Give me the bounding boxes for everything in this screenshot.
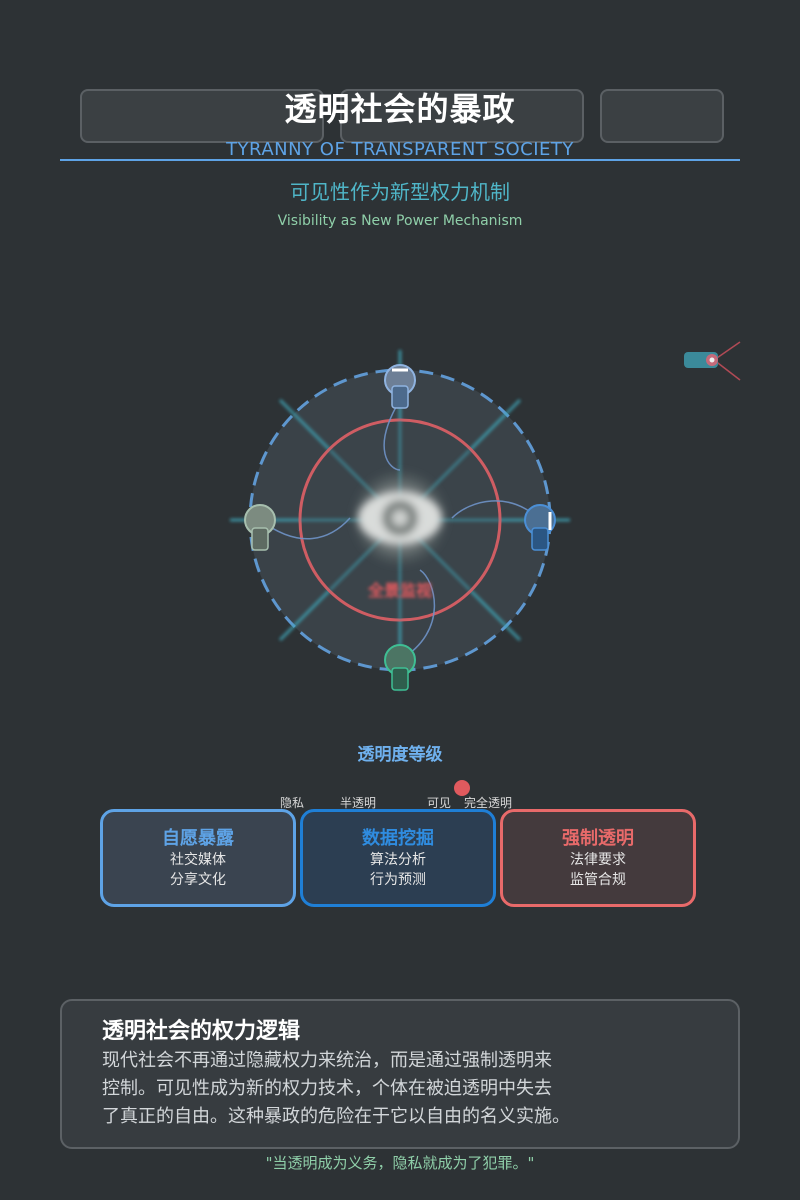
card-voluntary-exposure: 自愿暴露 社交媒体 分享文化 bbox=[100, 809, 296, 907]
card-data-mining: 数据挖掘 算法分析 行为预测 bbox=[300, 809, 496, 907]
info-line: 现代社会不再通过隐藏权力来统治，而是通过强制透明来 bbox=[102, 1050, 552, 1071]
card-title: 自愿暴露 bbox=[162, 828, 234, 849]
info-body: 现代社会不再通过隐藏权力来统治，而是通过强制透明来 控制。可见性成为新的权力技术… bbox=[102, 1047, 622, 1131]
transparency-scale-title: 透明度等级 bbox=[357, 745, 443, 765]
info-line: 了真正的自由。这种暴政的危险在于它以自由的名义实施。 bbox=[102, 1106, 570, 1127]
info-title: 透明社会的权力逻辑 bbox=[102, 1019, 301, 1044]
card-line: 法律要求 bbox=[570, 852, 626, 868]
closing-quote: "当透明成为义务，隐私就成为了犯罪。" bbox=[265, 1154, 535, 1172]
card-line: 监管合规 bbox=[570, 872, 626, 888]
card-forced-transparency: 强制透明 法律要求 监管合规 bbox=[500, 809, 696, 907]
card-line: 分享文化 bbox=[170, 872, 226, 888]
center-label: 全景监视 bbox=[367, 581, 432, 600]
card-line: 社交媒体 bbox=[170, 852, 226, 868]
eye-icon bbox=[350, 468, 450, 568]
tagline-cn: 可见性作为新型权力机制 bbox=[290, 180, 510, 204]
tagline-en: Visibility as New Power Mechanism bbox=[277, 213, 523, 229]
card-title: 数据挖掘 bbox=[362, 828, 434, 849]
panopticon-diagram: 全景监视 bbox=[230, 350, 570, 691]
observer-node-bottom bbox=[384, 644, 416, 691]
page-title: 透明社会的暴政 bbox=[284, 90, 516, 128]
card-line: 算法分析 bbox=[370, 852, 426, 868]
card-line: 行为预测 bbox=[370, 872, 426, 888]
info-line: 控制。可见性成为新的权力技术，个体在被迫透明中失去 bbox=[102, 1078, 552, 1099]
page-subtitle-en: TYRANNY OF TRANSPARENT SOCIETY bbox=[226, 139, 574, 160]
info-box: 透明社会的权力逻辑 现代社会不再通过隐藏权力来统治，而是通过强制透明来 控制。可… bbox=[60, 999, 740, 1149]
card-title: 强制透明 bbox=[562, 828, 634, 849]
title-underline bbox=[60, 159, 740, 161]
camera-icon bbox=[684, 341, 741, 381]
